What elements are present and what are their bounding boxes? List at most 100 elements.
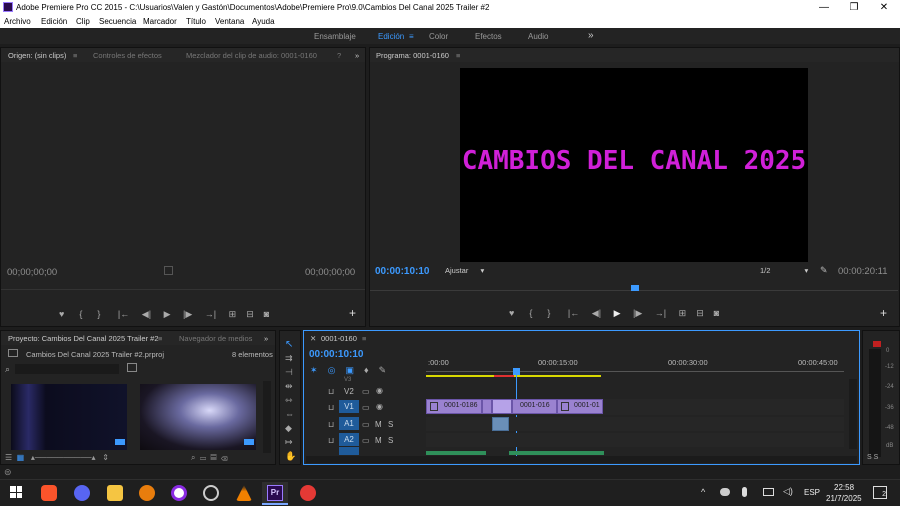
tab-menu-icon[interactable]: ≡ — [73, 51, 77, 60]
add-marker-icon[interactable]: ♥ — [59, 309, 64, 319]
mark-out-icon[interactable]: } — [547, 308, 550, 318]
search-icon[interactable]: ⌕ — [191, 453, 195, 462]
menu-ayuda[interactable]: Ayuda — [252, 17, 275, 26]
icon-view-icon[interactable]: ▦ — [17, 453, 25, 462]
time-ruler[interactable] — [426, 369, 844, 372]
rate-stretch-tool-icon[interactable]: ⇿ — [285, 395, 293, 406]
selection-tool-icon[interactable]: ↖ — [285, 339, 293, 350]
linked-selection-icon[interactable]: ◎ — [328, 365, 336, 375]
new-bin-icon[interactable]: ▭ — [200, 453, 206, 462]
extract-icon[interactable]: ⊟ — [696, 308, 704, 318]
close-icon[interactable]: ✕ — [310, 334, 316, 343]
list-view-icon[interactable]: ☰ — [5, 453, 12, 462]
mark-in-icon[interactable]: { — [529, 308, 532, 318]
video-clip[interactable] — [482, 399, 492, 414]
ripple-edit-tool-icon[interactable]: ⊣ — [285, 367, 293, 378]
menu-archivo[interactable]: Archivo — [4, 17, 31, 26]
workspace-edicion[interactable]: Edición — [378, 32, 404, 41]
workspace-audio[interactable]: Audio — [528, 32, 548, 41]
status-icon[interactable]: ⊜ — [4, 467, 12, 478]
sync-lock-icon[interactable]: ▭ — [362, 436, 370, 445]
tab-sequence[interactable]: 0001-0160 — [321, 334, 357, 343]
sync-lock-icon[interactable]: ▭ — [362, 403, 370, 412]
go-to-out-icon[interactable]: →| — [205, 309, 216, 319]
wrench-icon[interactable]: ✎ — [820, 265, 828, 276]
lock-icon[interactable]: ⊔ — [328, 436, 334, 445]
battery-icon[interactable] — [763, 488, 774, 496]
eye-icon[interactable]: ◉ — [376, 386, 383, 395]
slip-tool-icon[interactable]: ⇔ — [285, 409, 294, 419]
mark-out-icon[interactable]: } — [97, 309, 100, 319]
meter-solo-buttons[interactable]: S S — [867, 454, 878, 461]
a1-track-area[interactable] — [426, 417, 844, 431]
lock-icon[interactable]: ⊔ — [328, 403, 334, 412]
new-bin-icon[interactable] — [127, 363, 137, 372]
microphone-icon[interactable] — [742, 487, 747, 497]
step-back-icon[interactable]: ◀| — [592, 308, 601, 318]
lock-icon[interactable]: ⊔ — [328, 387, 334, 396]
lift-icon[interactable]: ⊞ — [679, 308, 687, 318]
brave-icon[interactable] — [41, 485, 57, 501]
menu-titulo[interactable]: Título — [186, 17, 206, 26]
media-thumbnail-2[interactable] — [140, 384, 256, 450]
tab-menu-icon[interactable]: ≡ — [158, 334, 162, 343]
tab-project[interactable]: Proyecto: Cambios Del Canal 2025 Trailer… — [8, 334, 159, 343]
tab-menu-icon[interactable]: ≡ — [456, 51, 460, 60]
track-label-a2[interactable]: A2 — [339, 433, 359, 446]
timeline-v-scrollbar[interactable] — [849, 379, 857, 449]
menu-secuencia[interactable]: Secuencia — [99, 17, 136, 26]
wrench-icon[interactable]: ✎ — [379, 365, 387, 375]
video-clip[interactable]: 0001-0186 — [426, 399, 482, 414]
insert-icon[interactable]: ⊞ — [229, 309, 237, 319]
play-icon[interactable]: ▶ — [614, 308, 621, 318]
video-clip[interactable]: 0001-01 — [557, 399, 603, 414]
vlc-icon[interactable] — [236, 485, 252, 501]
playhead-icon[interactable] — [631, 285, 639, 291]
eye-icon[interactable]: ◉ — [376, 402, 383, 411]
timeline-h-scrollbar[interactable] — [306, 456, 857, 463]
solo-button[interactable]: S — [388, 436, 393, 445]
track-label-v2[interactable]: V2 — [344, 387, 354, 396]
premiere-taskbar-button[interactable]: Pr — [262, 482, 288, 505]
overwrite-icon[interactable]: ⊟ — [246, 309, 254, 319]
audio-clip-a3[interactable] — [426, 451, 486, 455]
tab-media-browser[interactable]: Navegador de medios — [179, 334, 252, 343]
language-indicator[interactable]: ESP — [804, 488, 820, 497]
tab-program[interactable]: Programa: 0001-0160 — [376, 51, 449, 60]
windows-start-icon[interactable] — [10, 486, 22, 498]
workspace-ensamblaje[interactable]: Ensamblaje — [314, 32, 356, 41]
program-timecode[interactable]: 00:00:10:10 — [375, 266, 429, 277]
track-label-v1[interactable]: V1 — [339, 400, 359, 413]
go-to-out-icon[interactable]: →| — [655, 308, 666, 318]
scrollbar[interactable] — [263, 381, 271, 453]
search-icon[interactable]: ⌕ — [5, 364, 10, 375]
go-to-in-icon[interactable]: |← — [568, 308, 579, 318]
nest-icon[interactable]: ▣ — [345, 365, 354, 375]
a2-track-area[interactable] — [426, 433, 844, 447]
step-forward-icon[interactable]: |▶ — [183, 309, 192, 319]
tab-audio-clip-mixer[interactable]: Mezclador del clip de audio: 0001-0160 — [186, 51, 317, 60]
go-to-in-icon[interactable]: |← — [118, 309, 129, 319]
workspace-color[interactable]: Color — [429, 32, 448, 41]
clock-date[interactable]: 21/7/2025 — [826, 494, 862, 503]
blender-icon[interactable] — [139, 485, 155, 501]
tab-more[interactable]: ? — [337, 51, 341, 60]
settings-icon[interactable] — [164, 266, 173, 275]
notifications-icon[interactable]: 2 — [873, 486, 887, 499]
program-monitor-video[interactable]: CAMBIOS DEL CANAL 2025 — [460, 68, 808, 262]
file-explorer-icon[interactable] — [107, 485, 123, 501]
camera-icon[interactable]: ◙ — [714, 308, 719, 318]
tray-app-icon[interactable] — [720, 488, 730, 496]
camera-icon[interactable]: ◙ — [264, 309, 269, 319]
sync-lock-icon[interactable]: ▭ — [362, 387, 370, 396]
search-input[interactable] — [15, 364, 119, 374]
timeline-timecode[interactable]: 00:00:10:10 — [309, 349, 363, 360]
tab-overflow[interactable]: » — [355, 51, 359, 60]
workspace-more-button[interactable]: » — [588, 30, 594, 41]
razor-tool-icon[interactable]: ◆ — [285, 423, 292, 434]
menu-ventana[interactable]: Ventana — [215, 17, 244, 26]
step-forward-icon[interactable]: |▶ — [633, 308, 642, 318]
app-icon[interactable] — [300, 485, 316, 501]
tab-source[interactable]: Origen: (sin clips) — [8, 51, 66, 60]
volume-icon[interactable]: ◁) — [783, 486, 793, 497]
